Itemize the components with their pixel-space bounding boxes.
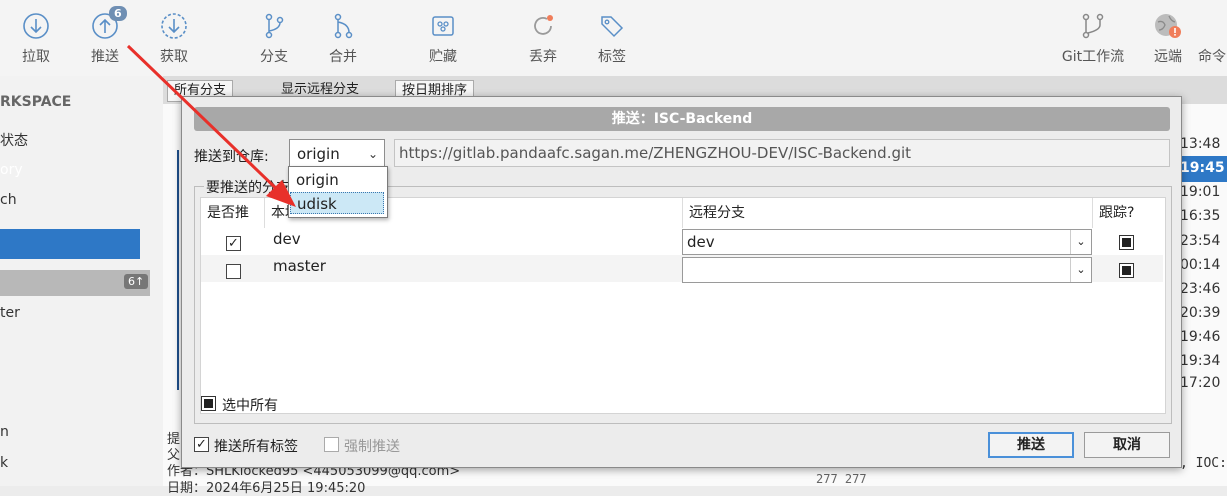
remote-branch-value: dev xyxy=(687,233,715,251)
force-push-checkbox[interactable] xyxy=(324,437,339,452)
dialog-title: 推送：ISC-Backend xyxy=(194,107,1170,131)
push-all-tags-checkbox[interactable]: ✓ xyxy=(194,437,209,452)
commit-time: 19:34 xyxy=(1180,353,1221,369)
push-confirm-button[interactable]: 推送 xyxy=(988,432,1074,458)
push-button[interactable]: 6 推送 xyxy=(75,6,135,70)
select-all-checkbox[interactable] xyxy=(201,396,216,411)
remote-branch-select[interactable]: dev ⌄ xyxy=(682,229,1092,255)
repo-select-value: origin xyxy=(297,145,340,163)
repo-url-field[interactable]: https://gitlab.pandaafc.sagan.me/ZHENGZH… xyxy=(394,139,1170,167)
pull-button[interactable]: 拉取 xyxy=(6,8,66,70)
fetch-button[interactable]: 获取 xyxy=(144,8,204,70)
commit-time: 13:48 xyxy=(1180,136,1221,152)
remote-label: 远端 xyxy=(1154,49,1182,65)
commit-time: 19:01 xyxy=(1180,184,1221,200)
detail-date: 日期：2024年6月25日 19:45:20 xyxy=(167,481,366,496)
chevron-down-icon: ⌄ xyxy=(1070,258,1091,282)
branches-legend: 要推送的分支 xyxy=(204,177,292,197)
sidebar: RKSPACE 状态 ory ch 6↑ ter n k xyxy=(0,76,164,486)
col-header-push: 是否推 xyxy=(201,198,265,228)
pull-label: 拉取 xyxy=(22,49,50,65)
remote-button[interactable]: 远端 xyxy=(1138,8,1198,70)
tag-icon xyxy=(601,16,624,38)
sidebar-item-status[interactable]: 状态 xyxy=(0,130,28,150)
push-to-repo-label: 推送到仓库: xyxy=(194,149,269,165)
diff-code-fragment: , IOC: xyxy=(1180,456,1227,471)
sidebar-item-master[interactable]: ter xyxy=(0,305,20,321)
cancel-button[interactable]: 取消 xyxy=(1084,432,1170,458)
terminal-button[interactable]: 命令 xyxy=(1198,8,1227,70)
discard-icon xyxy=(534,15,553,35)
local-branch-name: dev xyxy=(273,230,301,248)
remote-branch-select[interactable]: ⌄ xyxy=(682,257,1092,283)
push-checkbox[interactable] xyxy=(226,264,241,279)
track-checkbox[interactable] xyxy=(1119,263,1134,278)
branch-table: 是否推 本地分支 远程分支 跟踪? ✓ dev dev ⌄ master ⌄ xyxy=(200,197,1166,414)
sidebar-item-remote[interactable]: n xyxy=(0,424,9,440)
repo-option-origin[interactable]: origin xyxy=(290,169,384,191)
branch-button[interactable]: 分支 xyxy=(244,8,304,70)
fetch-icon xyxy=(161,13,187,39)
stash-icon xyxy=(432,16,454,36)
local-branch-name: master xyxy=(273,257,326,275)
commit-time: 23:54 xyxy=(1180,233,1221,249)
tag-button[interactable]: 标签 xyxy=(582,8,642,70)
force-push-label[interactable]: 强制推送 xyxy=(344,436,400,456)
commit-time: 19:46 xyxy=(1180,329,1221,345)
commit-time: 19:45 xyxy=(1180,160,1225,176)
merge-label: 合并 xyxy=(329,49,357,65)
repo-dropdown-list: origin udisk xyxy=(288,166,388,218)
repo-select[interactable]: origin ⌄ xyxy=(289,139,385,167)
repo-option-udisk[interactable]: udisk xyxy=(290,192,384,214)
push-all-tags-label[interactable]: 推送所有标签 xyxy=(214,436,298,456)
fetch-label: 获取 xyxy=(160,49,188,65)
gitflow-icon xyxy=(1082,13,1104,39)
gitflow-button[interactable]: Git工作流 xyxy=(1053,8,1133,70)
commit-time: 17:20 xyxy=(1180,375,1221,391)
commit-time: 20:39 xyxy=(1180,305,1221,321)
sidebar-item-search[interactable]: ch xyxy=(0,192,17,208)
stash-button[interactable]: 贮藏 xyxy=(413,8,473,70)
branch-icon xyxy=(265,13,284,39)
branch-label: 分支 xyxy=(260,49,288,65)
merge-button[interactable]: 合并 xyxy=(313,8,373,70)
push-checkbox[interactable]: ✓ xyxy=(226,236,241,251)
main-toolbar: 拉取 6 推送 获取 分支 合并 贮藏 丢弃 标签 Git工作流 远端 命令 xyxy=(0,0,1227,77)
sidebar-ahead-badge: 6↑ xyxy=(124,274,149,289)
discard-button[interactable]: 丢弃 xyxy=(513,8,573,70)
tag-label: 标签 xyxy=(598,49,626,65)
stash-label: 贮藏 xyxy=(429,49,457,65)
col-header-remote: 远程分支 xyxy=(683,198,1093,228)
gitflow-label: Git工作流 xyxy=(1061,49,1125,65)
terminal-icon xyxy=(1204,12,1227,40)
push-count-badge: 6 xyxy=(109,6,127,21)
commit-time: 23:46 xyxy=(1180,281,1221,297)
chevron-down-icon: ⌄ xyxy=(367,147,378,161)
track-checkbox[interactable] xyxy=(1119,235,1134,250)
pull-icon xyxy=(23,13,49,39)
merge-icon xyxy=(334,13,353,39)
workspace-heading: RKSPACE xyxy=(0,94,72,110)
chevron-down-icon: ⌄ xyxy=(1070,230,1091,254)
discard-label: 丢弃 xyxy=(529,49,557,65)
push-label: 推送 xyxy=(91,49,119,65)
sidebar-item-history-selected[interactable] xyxy=(0,229,140,259)
commit-time: 16:35 xyxy=(1180,208,1221,224)
terminal-label: 命令 xyxy=(1198,49,1226,65)
globe-icon xyxy=(1155,14,1181,38)
push-dialog: 推送：ISC-Backend 推送到仓库: origin ⌄ https://g… xyxy=(181,96,1182,468)
sidebar-item-stash[interactable]: k xyxy=(0,455,8,471)
select-all-label[interactable]: 选中所有 xyxy=(222,395,278,415)
sidebar-item-history[interactable]: ory xyxy=(0,162,23,178)
commit-time: 00:14 xyxy=(1180,257,1221,273)
col-header-track: 跟踪? xyxy=(1099,205,1135,221)
commit-graph-line xyxy=(177,150,179,390)
diff-line-numbers: 277 277 xyxy=(816,472,867,486)
